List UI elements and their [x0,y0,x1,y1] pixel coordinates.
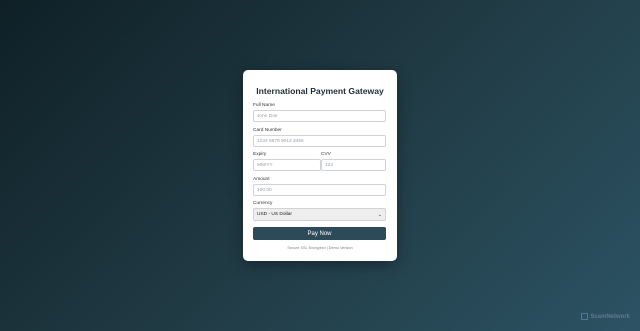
payment-card: International Payment Gateway Full Name … [243,70,397,261]
footer-note: Secure SSL Encrypted | Demo Version [287,246,353,250]
full-name-input[interactable] [253,110,386,122]
currency-selected-value: USD - US Dollar [257,212,292,217]
full-name-label: Full Name [253,103,275,108]
expiry-label: Expiry [253,152,267,157]
watermark: ScamNetwork [581,313,630,320]
amount-input[interactable] [253,184,386,196]
currency-select[interactable]: USD - US Dollar ⌄ [253,208,386,221]
card-number-label: Card Number [253,128,282,133]
card-number-input[interactable] [253,135,386,147]
brand-logo-icon [581,313,589,320]
page-title: International Payment Gateway [256,86,384,96]
chevron-down-icon: ⌄ [377,211,382,218]
pay-now-button[interactable]: Pay Now [253,227,386,240]
expiry-input[interactable] [253,159,321,171]
cvv-label: CVV [321,152,331,157]
amount-label: Amount [253,177,270,182]
currency-label: Currency [253,201,273,206]
cvv-input[interactable] [321,159,386,171]
watermark-text: ScamNetwork [590,313,630,320]
